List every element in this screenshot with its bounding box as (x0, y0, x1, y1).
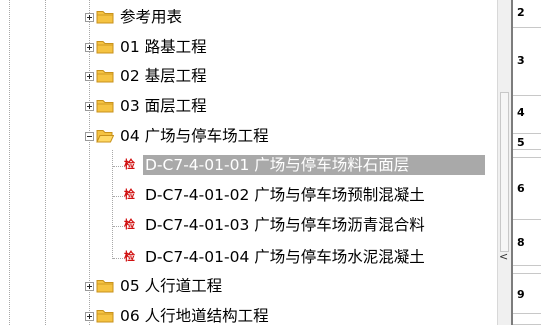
grid-cell[interactable]: 5 (513, 134, 541, 150)
grid-cell[interactable] (513, 266, 541, 274)
tree-item-03-surface-course[interactable]: 03 面层工程 (0, 92, 497, 121)
tree-item-inspection-04-03[interactable]: 检 D-C7-4-01-03 广场与停车场沥青混合料 (0, 211, 497, 240)
splitter-scroll-area[interactable]: < (497, 0, 511, 325)
tree-item-inspection-04-01[interactable]: 检 D-C7-4-01-01 广场与停车场料石面层 (0, 151, 497, 180)
tree-item-label: D-C7-4-01-02 广场与停车场预制混凝土 (145, 186, 425, 204)
tree-item-label: D-C7-4-01-03 广场与停车场沥青混合料 (145, 216, 425, 234)
tree-item-label: 01 路基工程 (120, 38, 207, 56)
folder-icon (96, 11, 114, 24)
tree-item-02-base-course[interactable]: 02 基层工程 (0, 62, 497, 91)
tree-item-label: 05 人行道工程 (120, 277, 223, 295)
grid-cell[interactable]: 4 (513, 96, 541, 134)
tree-view: 参考用表 01 路基工程 02 基层工程 03 面层工程 04 广场与停车场工程… (0, 0, 497, 325)
grid-cell[interactable] (513, 150, 541, 158)
grid-cell[interactable]: 8 (513, 220, 541, 266)
inspection-check-icon: 检 (124, 158, 135, 171)
grid-cell[interactable]: 2 (513, 0, 541, 28)
tree-item-inspection-04-02[interactable]: 检 D-C7-4-01-02 广场与停车场预制混凝土 (0, 181, 497, 210)
folder-icon (96, 310, 114, 323)
tree-item-inspection-04-04[interactable]: 检 D-C7-4-01-04 广场与停车场水泥混凝土 (0, 243, 497, 272)
expand-icon[interactable] (85, 43, 94, 52)
collapse-icon[interactable] (85, 132, 94, 141)
tree-item-05-sidewalk[interactable]: 05 人行道工程 (0, 272, 497, 301)
folder-icon (96, 41, 114, 54)
grid-cell[interactable] (513, 314, 541, 325)
scroll-left-arrow[interactable]: < (499, 251, 508, 263)
expand-icon[interactable] (85, 282, 94, 291)
expand-icon[interactable] (85, 102, 94, 111)
grid-cell[interactable]: 6 (513, 158, 541, 220)
tree-item-06-pedestrian-underpass[interactable]: 06 人行地道结构工程 (0, 302, 497, 325)
tree-item-label: 02 基层工程 (120, 67, 207, 85)
tree-item-label: D-C7-4-01-01 广场与停车场料石面层 (143, 155, 485, 175)
grid-cell[interactable]: 9 (513, 274, 541, 314)
open-folder-icon (96, 130, 114, 143)
inspection-check-icon: 检 (124, 188, 135, 201)
tree-item-label: 03 面层工程 (120, 97, 207, 115)
expand-icon[interactable] (85, 13, 94, 22)
tree-item-label: 06 人行地道结构工程 (120, 307, 269, 325)
right-grid-pane: 2 3 4 5 6 8 9 (511, 0, 541, 325)
tree-item-label: 参考用表 (120, 8, 183, 26)
expand-icon[interactable] (85, 312, 94, 321)
tree-item-label: 04 广场与停车场工程 (120, 127, 269, 145)
expand-icon[interactable] (85, 72, 94, 81)
folder-icon (96, 100, 114, 113)
folder-icon (96, 70, 114, 83)
folder-icon (96, 280, 114, 293)
tree-item-04-plaza-parking[interactable]: 04 广场与停车场工程 (0, 122, 497, 151)
scroll-thumb[interactable] (500, 92, 509, 252)
tree-item-reference-tables[interactable]: 参考用表 (0, 3, 497, 32)
tree-item-label: D-C7-4-01-04 广场与停车场水泥混凝土 (145, 248, 425, 266)
inspection-check-icon: 检 (124, 250, 135, 263)
inspection-check-icon: 检 (124, 218, 135, 231)
grid-cell[interactable]: 3 (513, 28, 541, 96)
tree-item-01-subgrade[interactable]: 01 路基工程 (0, 33, 497, 62)
